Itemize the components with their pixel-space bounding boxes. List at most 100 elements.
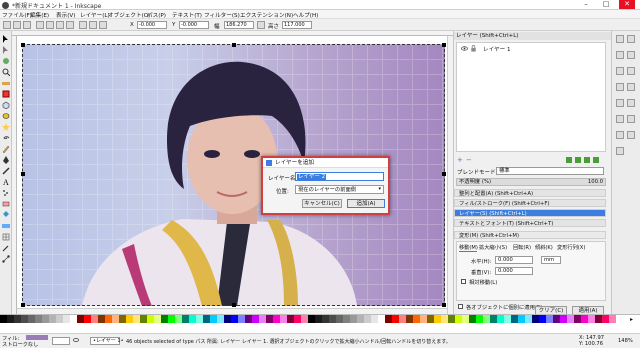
palette-swatch[interactable]	[392, 315, 399, 323]
panel-align-and-distribute[interactable]: 整列と配置(A) (Shift+Ctrl+A)	[454, 189, 606, 197]
opacity-spin[interactable]	[52, 337, 70, 345]
palette-swatch[interactable]	[560, 315, 567, 323]
tab-rotate[interactable]: 回転(R)	[513, 244, 533, 252]
3d-box-tool-icon[interactable]	[2, 101, 10, 109]
raise-icon[interactable]	[89, 21, 97, 29]
eraser-tool-icon[interactable]	[2, 200, 10, 208]
palette-swatch[interactable]	[287, 315, 294, 323]
palette-swatch[interactable]	[567, 315, 574, 323]
tab-move[interactable]: 移動(M)	[459, 244, 478, 252]
scale-handle-e[interactable]	[442, 172, 446, 176]
horizontal-input[interactable]: 0.000	[495, 256, 533, 264]
snap-rotation-center-icon[interactable]	[627, 115, 635, 123]
scale-handle-s[interactable]	[232, 303, 236, 307]
snap-center-icon[interactable]	[616, 115, 624, 123]
palette-swatch[interactable]	[161, 315, 168, 323]
palette-swatch[interactable]	[504, 315, 511, 323]
palette-swatch[interactable]	[455, 315, 462, 323]
snap-grid-icon[interactable]	[627, 131, 635, 139]
add-button[interactable]: 追加(A)	[347, 199, 385, 208]
palette-swatch[interactable]	[483, 315, 490, 323]
palette-swatch[interactable]	[448, 315, 455, 323]
snap-guide-icon[interactable]	[616, 147, 624, 155]
deselect-icon[interactable]	[23, 21, 31, 29]
menu-file[interactable]: ファイル(F)	[2, 11, 32, 19]
layers-panel-header[interactable]: レイヤー (Shift+Ctrl+L)	[454, 32, 612, 40]
maximize-button[interactable]: □	[598, 0, 614, 9]
zoom-level[interactable]: 148%	[618, 338, 633, 344]
palette-swatch[interactable]	[63, 315, 70, 323]
palette-swatch[interactable]	[112, 315, 119, 323]
rectangle-tool-icon[interactable]	[2, 90, 10, 98]
palette-swatch[interactable]	[511, 315, 518, 323]
scale-handle-ne[interactable]	[442, 43, 446, 47]
text-tool-icon[interactable]: A	[2, 178, 10, 186]
scale-handle-se[interactable]	[442, 303, 446, 307]
palette-swatch[interactable]	[441, 315, 448, 323]
panel-layers[interactable]: レイヤー(S) (Shift+Ctrl+L)	[454, 209, 606, 217]
mesh-tool-icon[interactable]	[2, 233, 10, 241]
spray-tool-icon[interactable]	[2, 189, 10, 197]
remove-layer-icon[interactable]: −	[466, 156, 472, 164]
layer-to-top-icon[interactable]	[566, 157, 572, 163]
layer-visibility-icon[interactable]	[73, 337, 79, 343]
palette-swatch[interactable]	[413, 315, 420, 323]
palette-swatch[interactable]	[364, 315, 371, 323]
tweak-tool-icon[interactable]	[2, 57, 10, 65]
menu-help[interactable]: ヘルプ(H)	[293, 11, 318, 19]
menu-path[interactable]: パス(P)	[147, 11, 166, 19]
palette-swatch[interactable]	[336, 315, 343, 323]
position-select[interactable]: 現在のレイヤーの前面側 ▾	[295, 185, 384, 194]
select-all-icon[interactable]	[3, 21, 11, 29]
flip-horizontal-icon[interactable]	[56, 21, 64, 29]
panel-fill-and-stroke[interactable]: フィル/ストローク(F) (Shift+Ctrl+F)	[454, 199, 606, 207]
palette-swatch[interactable]	[532, 315, 539, 323]
palette-swatch[interactable]	[588, 315, 595, 323]
palette-swatch[interactable]	[518, 315, 525, 323]
palette-swatch[interactable]	[406, 315, 413, 323]
width-field[interactable]: 186.270	[224, 21, 254, 29]
vertical-input[interactable]: 0.000	[495, 267, 533, 275]
palette-swatch[interactable]	[224, 315, 231, 323]
rotate-cw-icon[interactable]	[46, 21, 54, 29]
selector-tool-icon[interactable]	[2, 35, 10, 43]
palette-swatch[interactable]	[308, 315, 315, 323]
palette-swatch[interactable]	[280, 315, 287, 323]
tab-scale[interactable]: 拡大縮小(S)	[479, 244, 509, 252]
palette-swatch[interactable]	[84, 315, 91, 323]
relative-move-checkbox[interactable]	[461, 279, 466, 284]
palette-swatches[interactable]	[0, 315, 624, 323]
palette-swatch[interactable]	[595, 315, 602, 323]
palette-swatch[interactable]	[553, 315, 560, 323]
palette-swatch[interactable]	[385, 315, 392, 323]
palette-swatch[interactable]	[357, 315, 364, 323]
paint-bucket-tool-icon[interactable]	[2, 211, 10, 219]
palette-swatch[interactable]	[329, 315, 336, 323]
palette-swatch[interactable]	[490, 315, 497, 323]
palette-menu-icon[interactable]: ▸	[630, 316, 633, 323]
menu-filters[interactable]: フィルター(S)	[204, 11, 240, 19]
snap-page-icon[interactable]	[616, 131, 624, 139]
calligraphy-tool-icon[interactable]	[2, 167, 10, 175]
pencil-tool-icon[interactable]	[2, 145, 10, 153]
rotate-ccw-icon[interactable]	[36, 21, 44, 29]
opacity-slider[interactable]: 不透明度 (%) 100.0	[456, 178, 606, 186]
layer-to-bottom-icon[interactable]	[593, 157, 599, 163]
menu-edit[interactable]: 編集(E)	[30, 11, 49, 19]
fill-indicator[interactable]	[26, 335, 48, 340]
apply-each-checkbox[interactable]	[458, 304, 463, 309]
zoom-tool-icon[interactable]	[2, 68, 10, 76]
palette-swatch[interactable]	[98, 315, 105, 323]
palette-swatch[interactable]	[203, 315, 210, 323]
raise-to-top-icon[interactable]	[79, 21, 87, 29]
palette-swatch[interactable]	[133, 315, 140, 323]
palette-swatch[interactable]	[238, 315, 245, 323]
connector-tool-icon[interactable]	[2, 255, 10, 263]
palette-swatch[interactable]	[56, 315, 63, 323]
add-layer-icon[interactable]: +	[457, 156, 463, 164]
palette-swatch[interactable]	[301, 315, 308, 323]
menu-text[interactable]: テキスト(T)	[172, 11, 202, 19]
close-button[interactable]: ✕	[619, 0, 635, 9]
palette-swatch[interactable]	[0, 315, 7, 323]
layer-down-icon[interactable]	[584, 157, 590, 163]
